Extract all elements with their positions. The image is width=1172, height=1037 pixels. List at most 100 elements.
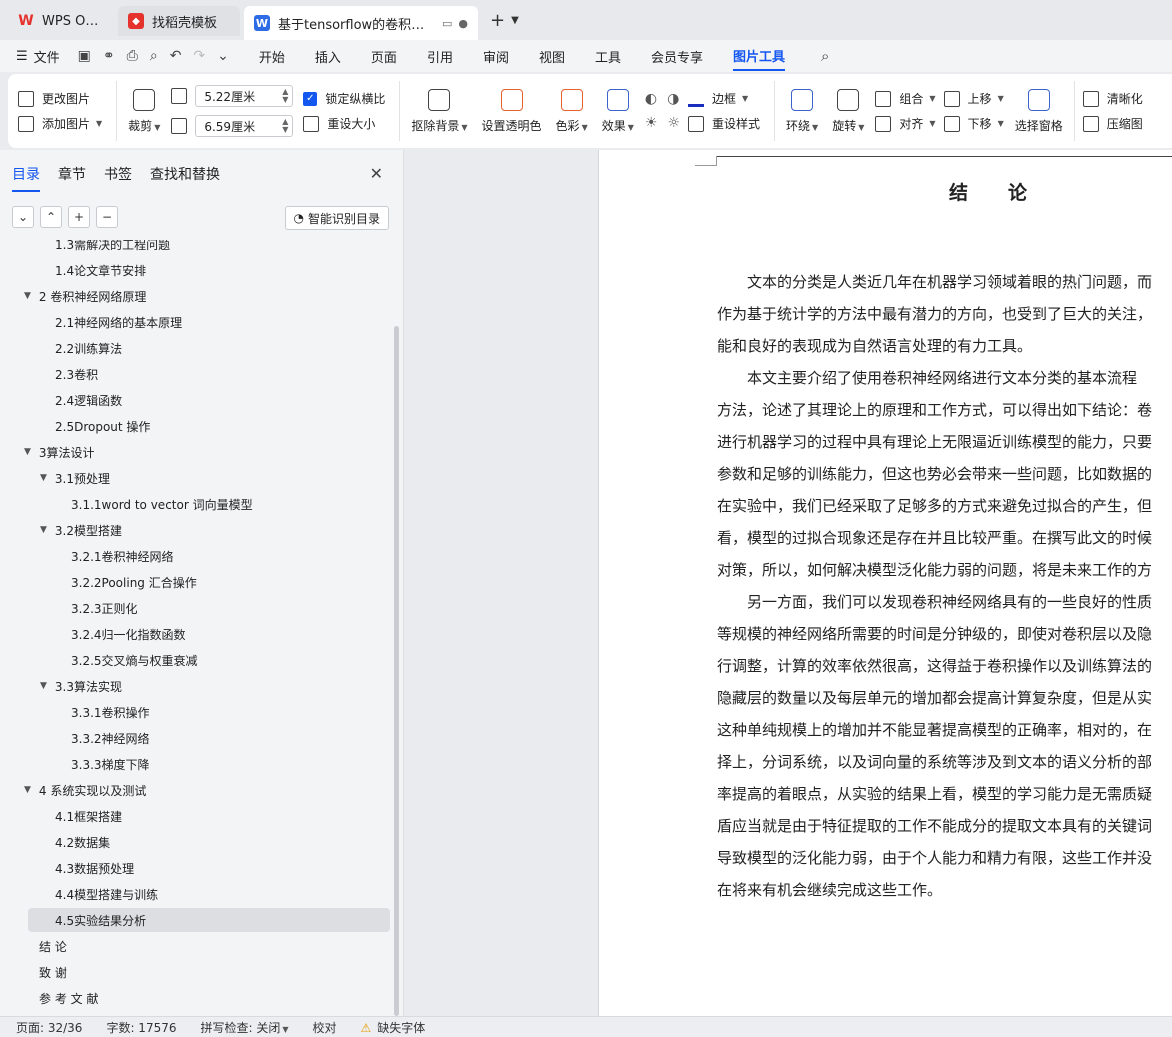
chevron-down-icon[interactable]: ▼ bbox=[511, 15, 519, 26]
border-button[interactable]: 边框 ▼ bbox=[688, 90, 760, 107]
width-input[interactable]: 5.22厘米 ▲ ▼ bbox=[195, 85, 294, 107]
toc-item[interactable]: 1.4论文章节安排 bbox=[55, 258, 146, 282]
toc-item[interactable]: 3.2.4归一化指数函数 bbox=[71, 622, 186, 646]
toc-item[interactable]: 致 谢 bbox=[39, 960, 67, 984]
toc-item[interactable]: 4.2数据集 bbox=[55, 830, 110, 854]
expand-down-icon[interactable]: ⌄ bbox=[12, 206, 34, 228]
tab-bookmarks[interactable]: 书签 bbox=[104, 164, 132, 192]
remove-icon[interactable]: − bbox=[96, 206, 118, 228]
crop-button[interactable]: 裁剪 ▼ bbox=[121, 88, 167, 134]
add-icon[interactable]: + bbox=[68, 206, 90, 228]
menu-insert[interactable]: 插入 bbox=[315, 43, 341, 70]
collapse-up-icon[interactable]: ⌃ bbox=[40, 206, 62, 228]
monitor-icon[interactable]: ▭ bbox=[442, 17, 452, 30]
expand-triangle-icon[interactable]: ▼ bbox=[40, 681, 47, 691]
selection-pane-button[interactable]: 选择窗格 bbox=[1008, 88, 1070, 134]
toc-item[interactable]: 3.2.3正则化 bbox=[71, 596, 138, 620]
menu-view[interactable]: 视图 bbox=[539, 43, 565, 70]
toc-item[interactable]: 2.2训练算法 bbox=[55, 336, 122, 360]
menu-tools[interactable]: 工具 bbox=[595, 43, 621, 70]
align-button[interactable]: 对齐 ▼ bbox=[875, 115, 936, 132]
menu-picture-tools[interactable]: 图片工具 bbox=[733, 42, 786, 71]
missing-font-button[interactable]: ⚠ 缺失字体 bbox=[361, 1019, 426, 1036]
toc-item[interactable]: ▼ 4 系统实现以及测试 bbox=[24, 778, 146, 802]
menu-home[interactable]: 开始 bbox=[259, 43, 285, 70]
toc-item[interactable]: 4.4模型搭建与训练 bbox=[55, 882, 158, 906]
more-chevron-icon[interactable]: ⌄ bbox=[217, 48, 229, 64]
proofread-button[interactable]: 校对 bbox=[313, 1019, 337, 1036]
toc-item[interactable]: 2.1神经网络的基本原理 bbox=[55, 310, 182, 334]
print-icon[interactable]: ⎙ bbox=[127, 48, 138, 64]
brightness-down-icon[interactable]: ☀ bbox=[645, 115, 658, 131]
color-button[interactable]: 色彩 ▼ bbox=[549, 88, 595, 134]
page-indicator[interactable]: 页面: 32/36 bbox=[16, 1019, 82, 1036]
tab-wps-office[interactable]: W WPS Office bbox=[8, 6, 114, 36]
toc-item[interactable]: 3.1.1word to vector 词向量模型 bbox=[71, 492, 253, 516]
file-menu[interactable]: ☰ 文件 bbox=[16, 47, 60, 66]
expand-triangle-icon[interactable]: ▼ bbox=[40, 473, 47, 483]
smart-toc-button[interactable]: ◔ 智能识别目录 bbox=[284, 206, 389, 230]
expand-triangle-icon[interactable]: ▼ bbox=[24, 291, 31, 301]
word-count[interactable]: 字数: 17576 bbox=[106, 1019, 176, 1036]
contrast-down-icon[interactable]: ☼ bbox=[667, 115, 680, 131]
toc-item[interactable]: 4.1框架搭建 bbox=[55, 804, 122, 828]
remove-background-button[interactable]: 抠除背景 ▼ bbox=[404, 88, 474, 134]
toc-item[interactable]: 2.5Dropout 操作 bbox=[55, 414, 150, 438]
wrap-button[interactable]: 环绕 ▼ bbox=[779, 88, 825, 134]
toc-item[interactable]: ▼ 3算法设计 bbox=[24, 440, 95, 464]
brightness-up-icon[interactable]: ◐ bbox=[645, 91, 657, 107]
menu-member[interactable]: 会员专享 bbox=[651, 43, 703, 70]
tab-find-replace[interactable]: 查找和替换 bbox=[150, 164, 220, 192]
new-tab-plus-icon[interactable]: + bbox=[490, 10, 505, 31]
reset-size-button[interactable]: 重设大小 bbox=[303, 115, 385, 132]
effect-button[interactable]: 效果 ▼ bbox=[595, 88, 641, 134]
menu-review[interactable]: 审阅 bbox=[483, 43, 509, 70]
expand-triangle-icon[interactable]: ▼ bbox=[24, 785, 31, 795]
undo-icon[interactable]: ↶ bbox=[170, 48, 182, 64]
link-icon[interactable]: ⚭ bbox=[103, 48, 115, 64]
tab-toc[interactable]: 目录 bbox=[12, 164, 40, 192]
toc-item[interactable]: 3.3.2神经网络 bbox=[71, 726, 150, 750]
rotate-button[interactable]: 旋转 ▼ bbox=[825, 88, 871, 134]
toc-item[interactable]: 3.2.2Pooling 汇合操作 bbox=[71, 570, 197, 594]
menu-page[interactable]: 页面 bbox=[371, 43, 397, 70]
toc-item[interactable]: 3.3.3梯度下降 bbox=[71, 752, 150, 776]
toc-item[interactable]: 4.3数据预处理 bbox=[55, 856, 134, 880]
tab-sections[interactable]: 章节 bbox=[58, 164, 86, 192]
send-backward-button[interactable]: 下移 ▼ bbox=[943, 115, 1004, 132]
tab-document[interactable]: W 基于tensorflow的卷积神经网 ▭ ● bbox=[244, 6, 478, 40]
toc-item[interactable]: 3.3.1卷积操作 bbox=[71, 700, 150, 724]
spinner-arrows-icon[interactable]: ▲ ▼ bbox=[282, 88, 288, 104]
toc-item[interactable]: 2.4逻辑函数 bbox=[55, 388, 122, 412]
toc-item[interactable]: ▼ 3.1预处理 bbox=[40, 466, 110, 490]
expand-triangle-icon[interactable]: ▼ bbox=[24, 447, 31, 457]
menu-references[interactable]: 引用 bbox=[427, 43, 453, 70]
close-icon[interactable]: ✕ bbox=[370, 164, 383, 183]
print-preview-icon[interactable]: ⌕ bbox=[150, 48, 158, 64]
change-picture-button[interactable]: 更改图片 bbox=[18, 90, 102, 107]
set-transparent-button[interactable]: 设置透明色 bbox=[475, 88, 549, 134]
compress-button[interactable]: 压缩图 bbox=[1082, 115, 1143, 132]
contrast-icon[interactable]: ◑ bbox=[667, 91, 679, 107]
tab-template[interactable]: ◆ 找稻壳模板 bbox=[118, 6, 240, 36]
reset-style-button[interactable]: 重设样式 bbox=[688, 115, 760, 132]
toc-item[interactable]: 3.2.5交叉熵与权重衰减 bbox=[71, 648, 198, 672]
sharpen-button[interactable]: 清晰化 bbox=[1082, 90, 1143, 107]
toc-item[interactable]: 3.2.1卷积神经网络 bbox=[71, 544, 174, 568]
height-input[interactable]: 6.59厘米 ▲ ▼ bbox=[195, 115, 294, 137]
spinner-arrows-icon[interactable]: ▲ ▼ bbox=[282, 118, 288, 134]
expand-triangle-icon[interactable]: ▼ bbox=[40, 525, 47, 535]
add-picture-button[interactable]: 添加图片 ▼ bbox=[18, 115, 102, 132]
toc-item[interactable]: ▼ 3.2模型搭建 bbox=[40, 518, 122, 542]
spell-check-toggle[interactable]: 拼写检查: 关闭 ▼ bbox=[201, 1019, 289, 1036]
toc-item[interactable]: 结 论 bbox=[39, 934, 67, 958]
toc-scrollbar[interactable] bbox=[394, 326, 399, 1016]
group-button[interactable]: 组合 ▼ bbox=[875, 90, 936, 107]
toc-item[interactable]: 2.3卷积 bbox=[55, 362, 98, 386]
toc-item[interactable]: 4.5实验结果分析 bbox=[55, 908, 146, 932]
unsaved-dot-icon[interactable]: ● bbox=[458, 17, 468, 30]
save-icon[interactable]: ▣ bbox=[78, 48, 91, 64]
redo-icon[interactable]: ↷ bbox=[193, 48, 205, 64]
toc-item[interactable]: ▼ 3.3算法实现 bbox=[40, 674, 122, 698]
bring-forward-button[interactable]: 上移 ▼ bbox=[943, 90, 1004, 107]
